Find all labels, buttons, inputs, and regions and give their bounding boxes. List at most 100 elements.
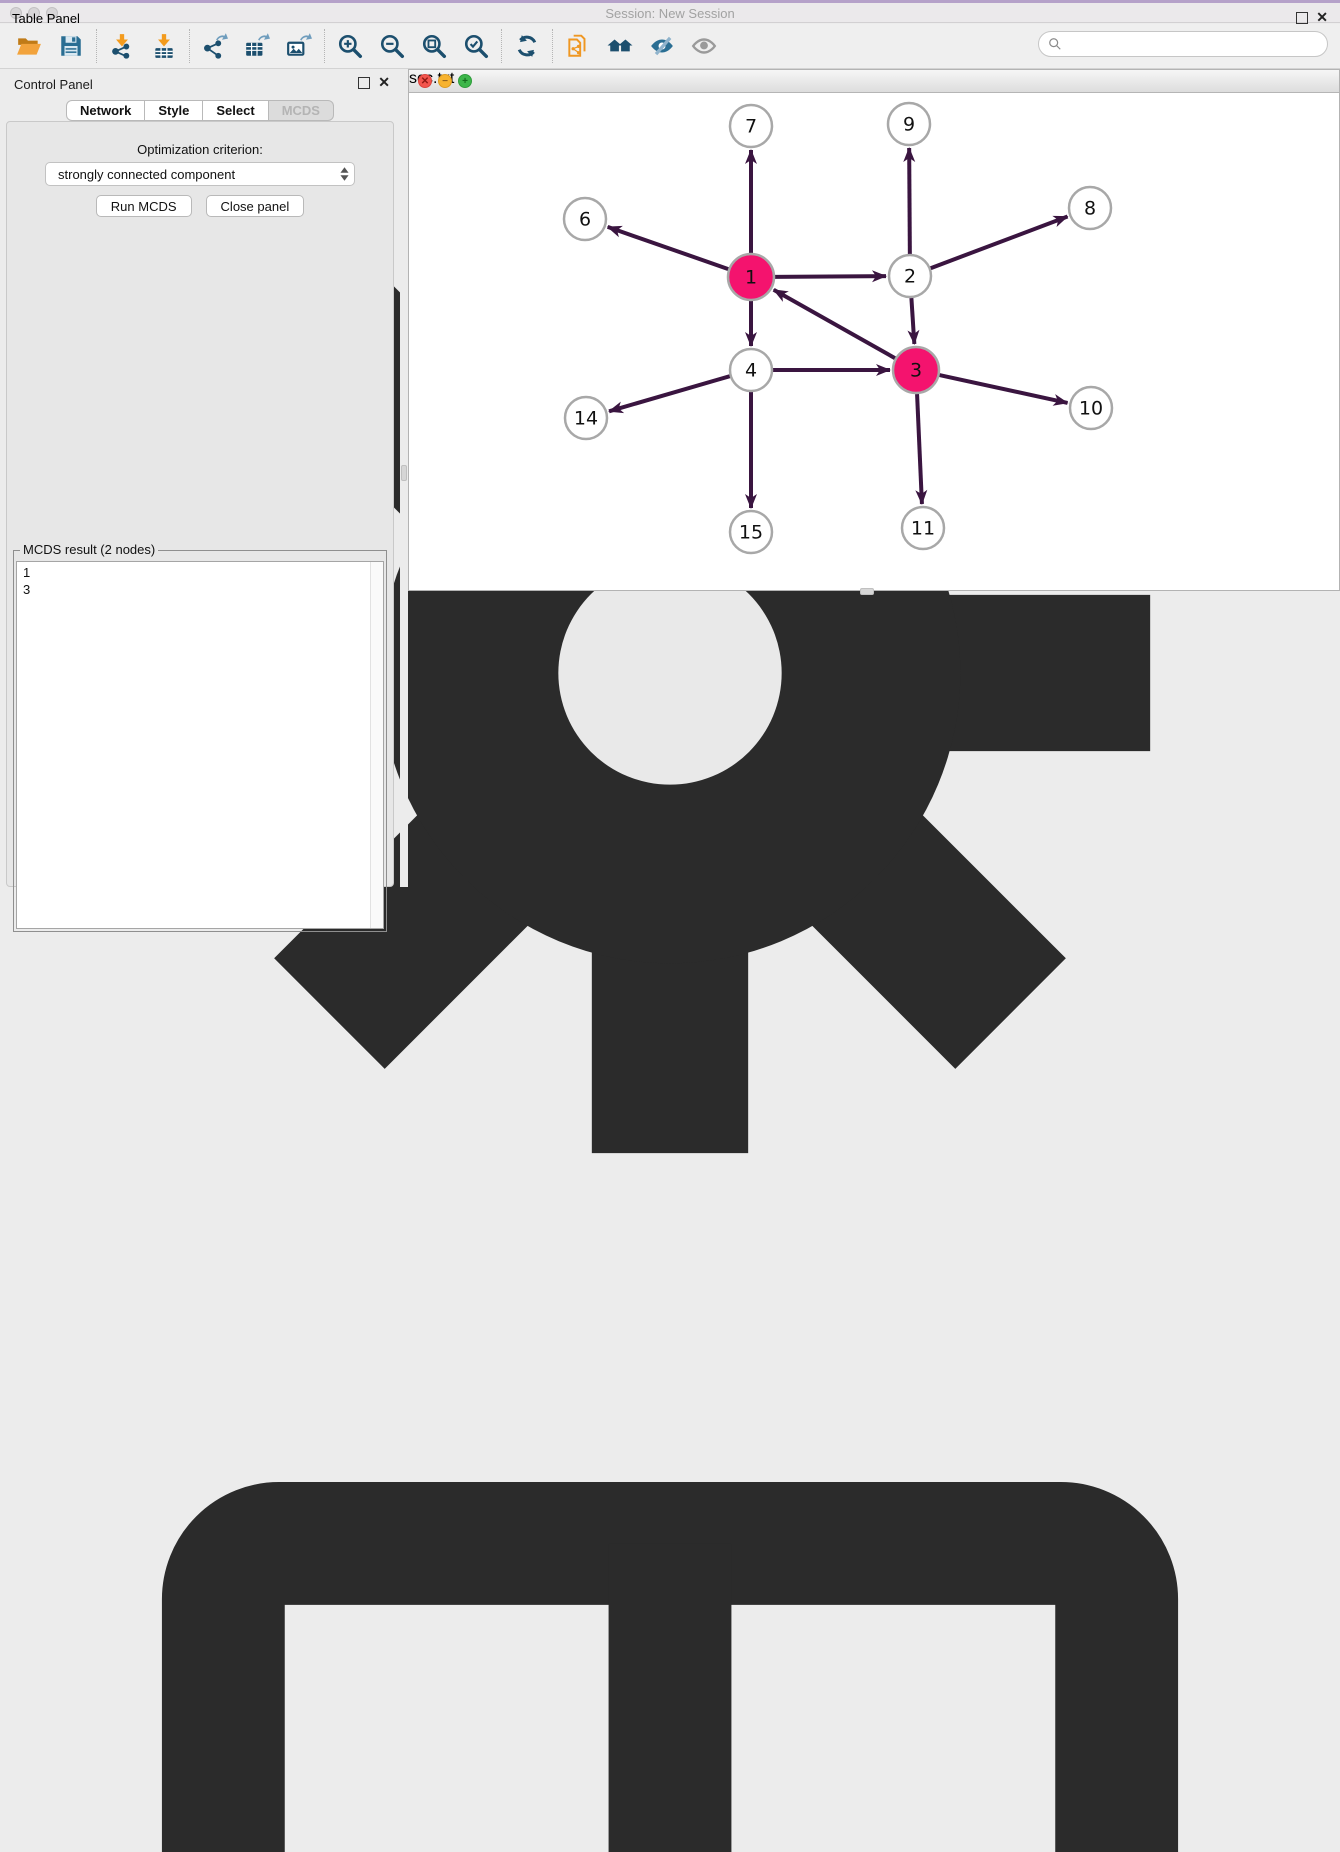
node-label-4: 4 xyxy=(745,360,757,382)
table-close-icon[interactable]: ✕ xyxy=(1316,10,1328,24)
zoom-selected-button[interactable] xyxy=(455,27,497,65)
first-neighbors-button[interactable] xyxy=(599,27,641,65)
edge-4-14[interactable] xyxy=(609,376,730,411)
import-network-icon xyxy=(109,33,135,59)
node-label-6: 6 xyxy=(579,209,591,231)
new-network-from-selection-icon xyxy=(565,33,591,59)
toolbar-separator xyxy=(501,29,502,63)
control-panel-tabs: NetworkStyleSelectMCDS xyxy=(0,100,400,121)
column-panel-icon xyxy=(0,1348,1340,1852)
network-canvas[interactable]: 7968124314101511 xyxy=(409,70,1339,572)
mcds-result-textarea[interactable]: 13 xyxy=(16,561,384,929)
mcds-result-title: MCDS result (2 nodes) xyxy=(20,542,158,557)
optimization-criterion-select[interactable]: strongly connected component xyxy=(45,162,355,186)
zoom-out-icon xyxy=(379,33,405,59)
zoom-in-icon xyxy=(337,33,363,59)
control-panel-header: Control Panel ✕ xyxy=(0,69,400,99)
toolbar-separator xyxy=(324,29,325,63)
node-label-1: 1 xyxy=(745,267,757,289)
tab-select[interactable]: Select xyxy=(203,100,268,121)
network-graph: 7968124314101511 xyxy=(409,70,1339,567)
edge-2-9[interactable] xyxy=(909,148,910,254)
hide-selected-button[interactable] xyxy=(641,27,683,65)
tab-network[interactable]: Network xyxy=(66,100,145,121)
close-panel-button[interactable]: Close panel xyxy=(206,195,305,217)
zoom-selected-icon xyxy=(463,33,489,59)
table-panel-title: Table Panel xyxy=(12,11,80,26)
optimization-criterion-label: Optimization criterion: xyxy=(7,142,393,157)
zoom-fit-button[interactable] xyxy=(413,27,455,65)
network-minimize-icon[interactable]: − xyxy=(438,74,452,88)
node-label-8: 8 xyxy=(1084,198,1096,220)
node-label-15: 15 xyxy=(739,522,763,544)
network-view-window: ✕ − + scc.txt 7968124314101511 xyxy=(408,69,1340,591)
export-image-icon xyxy=(286,33,312,59)
edge-1-6[interactable] xyxy=(608,227,729,269)
mcds-result-group: MCDS result (2 nodes) 13 xyxy=(13,550,387,932)
table-float-icon[interactable] xyxy=(1296,12,1308,24)
zoom-in-button[interactable] xyxy=(329,27,371,65)
search-box[interactable] xyxy=(1038,31,1328,57)
network-window-title: scc.txt xyxy=(409,70,1339,88)
selected-criterion: strongly connected component xyxy=(46,167,334,182)
export-network-icon xyxy=(202,33,228,59)
application-window: Session: New Session Control Panel ✕ Net… xyxy=(0,0,1340,926)
control-panel: Control Panel ✕ NetworkStyleSelectMCDS O… xyxy=(0,69,400,887)
hide-selected-icon xyxy=(649,33,675,59)
export-table-icon xyxy=(244,33,270,59)
app-titlebar: Session: New Session xyxy=(0,3,1340,23)
network-window-titlebar[interactable]: ✕ − + scc.txt xyxy=(409,70,1339,93)
mcds-result-scrollbar[interactable] xyxy=(370,562,383,928)
export-image-button[interactable] xyxy=(278,27,320,65)
horizontal-splitter-grip[interactable] xyxy=(860,588,874,595)
open-file-button[interactable] xyxy=(8,27,50,65)
show-all-icon xyxy=(691,33,717,59)
node-label-3: 3 xyxy=(910,360,922,382)
new-network-from-selection-button[interactable] xyxy=(557,27,599,65)
toolbar-separator xyxy=(189,29,190,63)
toolbar-separator xyxy=(96,29,97,63)
close-panel-icon[interactable]: ✕ xyxy=(378,75,390,89)
splitter-grip-icon[interactable] xyxy=(401,465,407,481)
node-label-10: 10 xyxy=(1079,398,1103,420)
main-toolbar xyxy=(0,24,1340,69)
import-table-button[interactable] xyxy=(143,27,185,65)
import-network-button[interactable] xyxy=(101,27,143,65)
zoom-fit-icon xyxy=(421,33,447,59)
show-all-button[interactable] xyxy=(683,27,725,65)
node-label-11: 11 xyxy=(911,518,935,540)
search-icon xyxy=(1048,37,1062,51)
network-maximize-icon[interactable]: + xyxy=(458,74,472,88)
export-network-button[interactable] xyxy=(194,27,236,65)
edge-2-3[interactable] xyxy=(911,298,914,344)
first-neighbors-icon xyxy=(607,33,633,59)
search-input[interactable] xyxy=(1062,37,1327,52)
mcds-result-node: 3 xyxy=(23,581,364,598)
open-file-icon xyxy=(16,33,42,59)
tab-style[interactable]: Style xyxy=(145,100,203,121)
edge-2-8[interactable] xyxy=(931,216,1068,268)
edge-1-2[interactable] xyxy=(775,276,886,277)
edge-3-1[interactable] xyxy=(774,290,895,358)
node-label-7: 7 xyxy=(745,116,757,138)
edge-3-11[interactable] xyxy=(917,394,922,504)
column-panel-button[interactable] xyxy=(0,1348,1340,1852)
export-table-button[interactable] xyxy=(236,27,278,65)
vertical-splitter[interactable] xyxy=(400,69,408,887)
float-panel-icon[interactable] xyxy=(358,77,370,89)
node-label-9: 9 xyxy=(903,114,915,136)
apply-layout-button[interactable] xyxy=(506,27,548,65)
mcds-result-lines: 13 xyxy=(17,562,370,600)
run-mcds-button[interactable]: Run MCDS xyxy=(96,195,192,217)
mcds-result-node: 1 xyxy=(23,564,364,581)
apply-layout-icon xyxy=(514,33,540,59)
save-session-button[interactable] xyxy=(50,27,92,65)
select-stepper-icon xyxy=(334,163,354,185)
edge-3-10[interactable] xyxy=(939,375,1067,403)
network-close-icon[interactable]: ✕ xyxy=(418,74,432,88)
import-table-icon xyxy=(151,33,177,59)
tab-mcds[interactable]: MCDS xyxy=(269,100,334,121)
node-label-2: 2 xyxy=(904,266,916,288)
zoom-out-button[interactable] xyxy=(371,27,413,65)
toolbar-separator xyxy=(552,29,553,63)
